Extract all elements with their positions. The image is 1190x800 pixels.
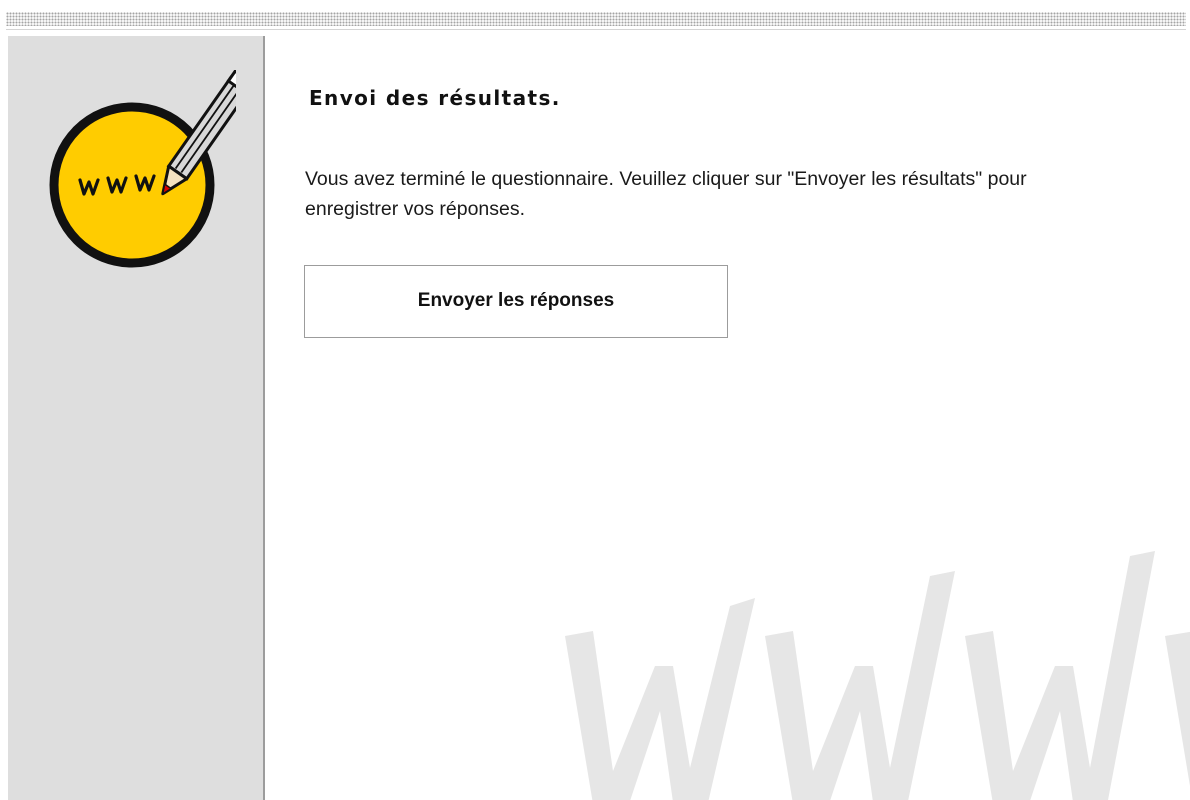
page-title: Envoi des résultats. <box>309 86 561 110</box>
page: Envoi des résultats. Vous avez terminé l… <box>0 0 1190 800</box>
completion-message: Vous avez terminé le questionnaire. Veui… <box>305 168 1027 220</box>
www-watermark-icon <box>565 551 1190 800</box>
banner-divider <box>6 29 1186 30</box>
www-pencil-logo-icon <box>49 70 236 268</box>
dotted-banner <box>0 0 1190 36</box>
dotted-pattern <box>6 12 1186 26</box>
submit-responses-button[interactable]: Envoyer les réponses <box>304 265 728 338</box>
main-content: Envoi des résultats. Vous avez terminé l… <box>265 36 1190 800</box>
